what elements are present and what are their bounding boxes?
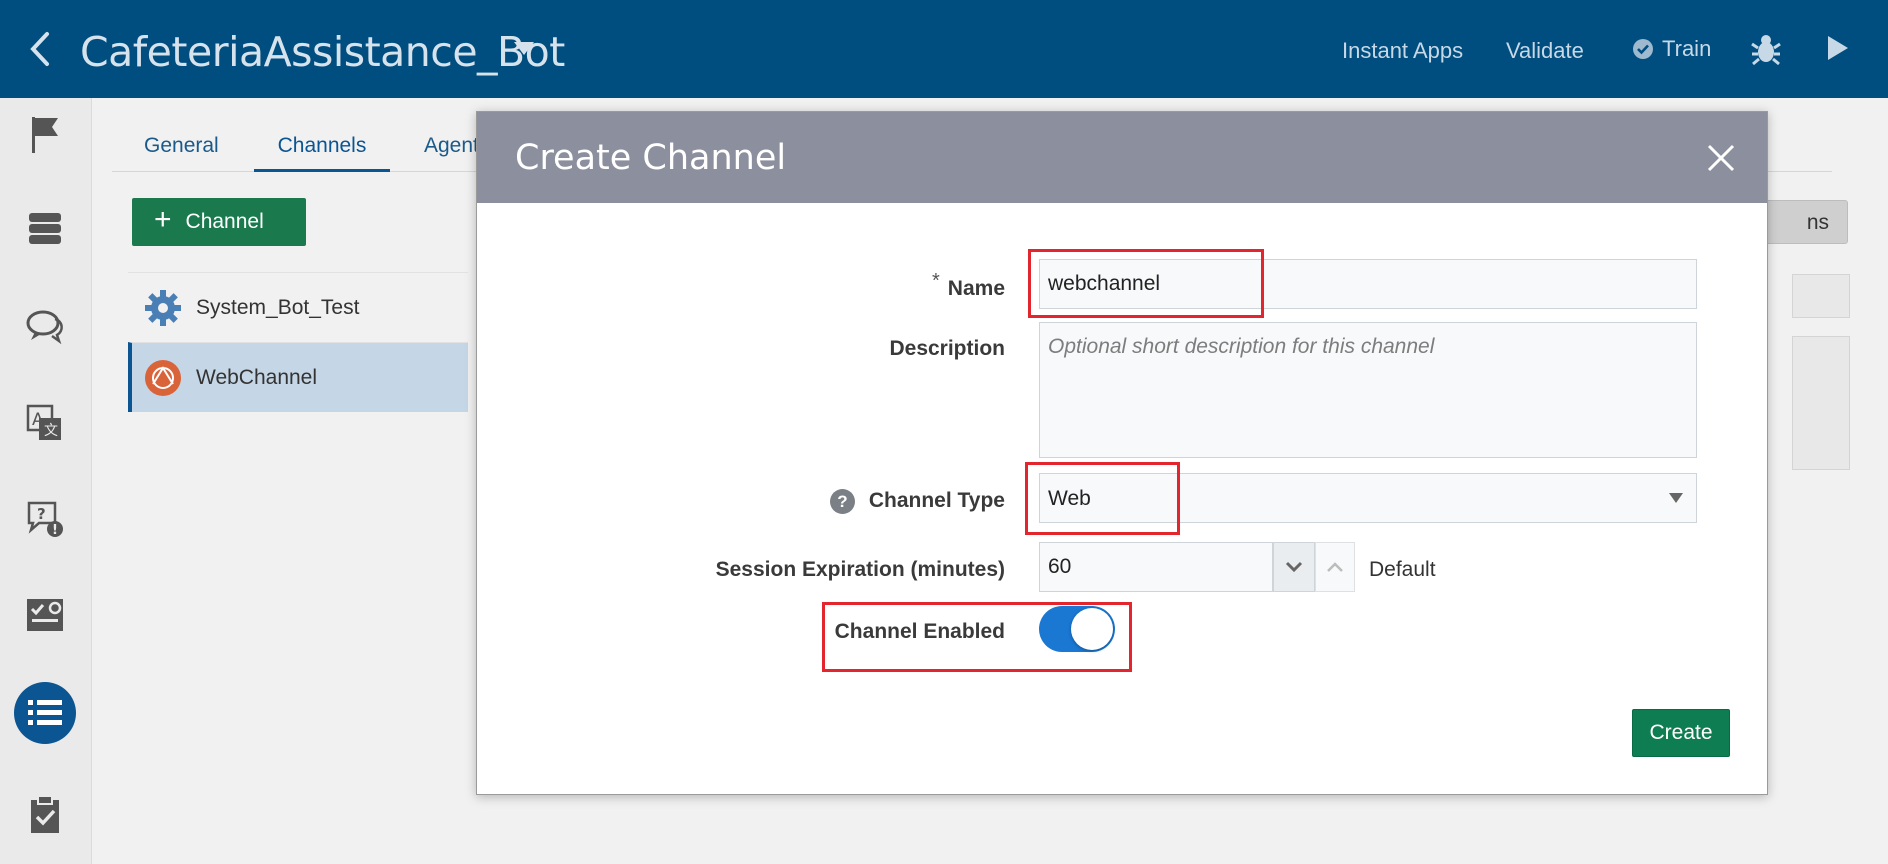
top-bar: CafeteriaAssistance_Bot Instant Apps Val… xyxy=(0,0,1888,98)
skill-checklist-icon[interactable] xyxy=(14,584,76,646)
create-channel-dialog: Create Channel *Name Description ? Chann… xyxy=(476,111,1768,795)
channel-type-select[interactable]: Web xyxy=(1039,473,1697,523)
description-label: Description xyxy=(889,337,1005,360)
description-field[interactable] xyxy=(1039,322,1697,458)
check-circle-icon xyxy=(1633,39,1653,59)
back-arrow-icon[interactable] xyxy=(22,26,58,72)
create-button[interactable]: Create xyxy=(1632,709,1730,757)
svg-text:!: ! xyxy=(52,523,58,538)
debug-bug-icon[interactable] xyxy=(1750,32,1782,71)
channel-type-label: Channel Type xyxy=(868,489,1005,512)
toggle-knob xyxy=(1071,608,1113,650)
default-label: Default xyxy=(1369,558,1436,581)
session-expiration-input[interactable] xyxy=(1039,542,1273,592)
channel-type-value: Web xyxy=(1048,487,1091,510)
dialog-header: Create Channel xyxy=(477,112,1767,203)
name-input[interactable] xyxy=(1039,259,1697,309)
list-icon[interactable] xyxy=(14,682,76,744)
database-icon[interactable] xyxy=(14,198,76,260)
channel-enabled-label: Channel Enabled xyxy=(834,620,1005,643)
chevron-up-icon xyxy=(1327,562,1343,572)
channel-name: System_Bot_Test xyxy=(196,295,360,319)
caret-down-icon xyxy=(1669,493,1683,503)
clipboard-check-icon[interactable] xyxy=(14,784,76,846)
svg-text:文: 文 xyxy=(44,423,58,439)
bot-title: CafeteriaAssistance_Bot xyxy=(80,28,565,76)
train-button[interactable]: Train xyxy=(1632,36,1711,62)
channel-list: System_Bot_Test WebChannel xyxy=(128,272,468,412)
decrement-button[interactable] xyxy=(1273,542,1315,592)
increment-button[interactable] xyxy=(1315,542,1355,592)
left-nav-rail: A文 ?! xyxy=(0,98,92,864)
instant-apps-link[interactable]: Instant Apps xyxy=(1342,38,1463,64)
plus-icon: + xyxy=(154,203,172,236)
chat-bubbles-icon[interactable] xyxy=(14,296,76,358)
channel-name: WebChannel xyxy=(196,365,318,389)
add-channel-button[interactable]: + Channel xyxy=(132,198,306,246)
web-channel-icon xyxy=(145,359,181,396)
session-expiration-label: Session Expiration (minutes) xyxy=(715,558,1005,581)
train-label: Train xyxy=(1662,36,1712,61)
chevron-down-icon xyxy=(1285,561,1303,573)
list-item[interactable]: WebChannel xyxy=(128,342,468,412)
help-icon[interactable]: ? xyxy=(830,489,855,514)
qna-icon[interactable]: ?! xyxy=(14,488,76,550)
chevron-down-icon[interactable] xyxy=(512,40,536,58)
channel-enabled-toggle[interactable] xyxy=(1039,606,1115,652)
dialog-title: Create Channel xyxy=(515,138,787,178)
translate-icon[interactable]: A文 xyxy=(14,392,76,454)
partial-panel xyxy=(1792,336,1850,470)
required-mark: * xyxy=(932,270,940,292)
flag-icon[interactable] xyxy=(14,104,76,166)
tab-channels[interactable]: Channels xyxy=(254,128,390,172)
tab-general[interactable]: General xyxy=(144,128,219,172)
svg-text:?: ? xyxy=(37,505,46,523)
list-item[interactable]: System_Bot_Test xyxy=(128,272,468,342)
close-icon[interactable] xyxy=(1703,140,1739,176)
play-icon[interactable] xyxy=(1826,34,1850,67)
validate-link[interactable]: Validate xyxy=(1506,38,1584,64)
add-channel-label: Channel xyxy=(185,210,264,233)
gear-icon xyxy=(145,289,181,326)
name-label: * Name xyxy=(932,270,1005,300)
partial-field xyxy=(1792,274,1850,318)
